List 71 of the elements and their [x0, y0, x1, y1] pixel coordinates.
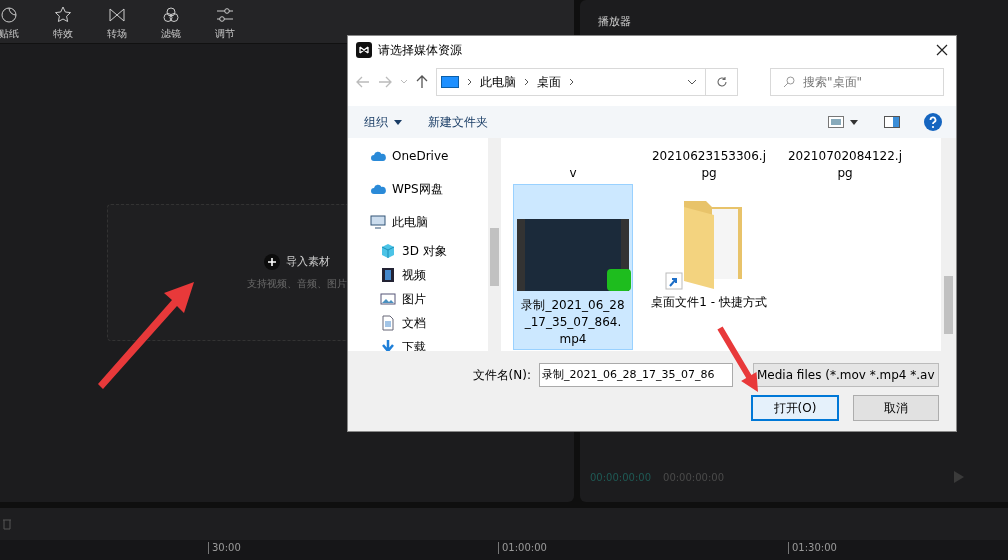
ruler-label: 01:30:00 [788, 542, 837, 554]
cube-icon [380, 242, 396, 259]
dialog-title: 请选择媒体资源 [378, 42, 462, 59]
address-bar[interactable]: 此电脑 桌面 [436, 68, 706, 96]
tool-label[interactable]: 贴纸 [0, 26, 19, 41]
chevron-right-icon [524, 78, 529, 86]
picture-icon [380, 290, 396, 307]
chevron-right-icon [467, 78, 472, 86]
file-name[interactable]: v [515, 165, 631, 182]
document-icon [380, 314, 396, 331]
refresh-button[interactable] [706, 68, 738, 96]
view-icon[interactable] [828, 116, 844, 128]
scrollbar-thumb[interactable] [490, 228, 499, 286]
search-input: 搜索"桌面" [803, 73, 923, 91]
search-icon [783, 76, 795, 88]
help-icon[interactable] [924, 113, 942, 131]
nav-item[interactable]: 图片 [402, 289, 426, 308]
open-button[interactable]: 打开(O) [751, 395, 839, 421]
nav-item[interactable]: OneDrive [392, 146, 449, 165]
organize-menu[interactable]: 组织 [364, 113, 388, 131]
filename-label: 文件名(N): [472, 367, 531, 384]
tool-label[interactable]: 特效 [53, 26, 73, 41]
file-name[interactable]: 桌面文件1 - 快捷方式 [651, 294, 767, 311]
film-icon [380, 266, 396, 283]
app-logo-icon [356, 42, 372, 58]
nav-item[interactable]: 文档 [402, 313, 426, 332]
tool-label[interactable]: 滤镜 [161, 26, 181, 41]
selected-file-tile[interactable]: 录制_2021_06_28_17_35_07_864.mp4 [513, 184, 633, 350]
nav-item[interactable]: 视频 [402, 265, 426, 284]
up-arrow-icon[interactable] [416, 75, 428, 89]
sticker-icon[interactable] [0, 5, 19, 25]
new-folder-button[interactable]: 新建文件夹 [428, 113, 488, 131]
bowtie-icon[interactable] [107, 5, 127, 25]
download-arrow-icon [380, 338, 396, 351]
search-field[interactable]: 搜索"桌面" [770, 68, 944, 96]
ruler-label: 01:00:00 [498, 542, 547, 554]
file-name[interactable]: 20210702084122.jpg [787, 148, 903, 182]
scrollbar[interactable] [488, 138, 501, 351]
badge-logo-icon [607, 269, 631, 291]
file-type-dropdown[interactable]: Media files (*.mov *.mp4 *.av [753, 363, 939, 387]
cancel-button[interactable]: 取消 [853, 395, 939, 421]
star-icon[interactable] [53, 5, 73, 25]
caret-icon[interactable] [850, 119, 858, 125]
nav-item[interactable]: WPS网盘 [392, 179, 443, 198]
nav-item[interactable]: 此电脑 [392, 212, 428, 231]
refresh-icon [715, 76, 728, 88]
sliders-icon[interactable] [215, 5, 235, 25]
breadcrumb[interactable]: 此电脑 [480, 73, 516, 91]
circles-icon[interactable] [161, 5, 181, 25]
caret-icon [394, 119, 402, 125]
scrollbar[interactable] [941, 138, 956, 351]
current-time: 00:00:00:00 [590, 470, 651, 485]
panel-title: 播放器 [598, 13, 631, 30]
nav-item[interactable]: 3D 对象 [402, 241, 447, 260]
import-hint: 支持视频、音频、图片 [247, 277, 347, 292]
file-name[interactable]: 20210623153306.jpg [651, 148, 767, 182]
ruler-label: 30:00 [208, 542, 241, 554]
annotation-arrow [717, 326, 758, 392]
computer-icon [441, 76, 459, 88]
tool-label[interactable]: 转场 [107, 26, 127, 41]
preview-pane-icon[interactable] [884, 116, 900, 128]
scrollbar-thumb[interactable] [944, 276, 953, 334]
filename-field[interactable]: 录制_2021_06_28_17_35_07_86 [539, 363, 733, 387]
chevron-right-icon [569, 78, 574, 86]
breadcrumb[interactable]: 桌面 [537, 73, 561, 91]
monitor-icon [370, 213, 386, 230]
close-icon[interactable] [936, 44, 948, 56]
tool-label[interactable]: 调节 [215, 26, 235, 41]
chevron-down-icon[interactable] [687, 79, 697, 85]
plus-icon [264, 254, 280, 270]
import-label: 导入素材 [286, 253, 330, 270]
